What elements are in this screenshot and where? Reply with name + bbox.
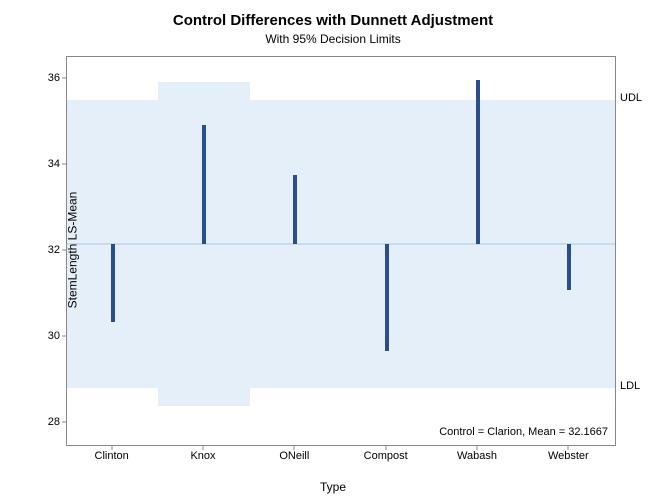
x-tick-label: ONeill: [279, 450, 309, 462]
chart-subtitle: With 95% Decision Limits: [0, 29, 666, 46]
chart-title: Control Differences with Dunnett Adjustm…: [0, 0, 666, 29]
data-bar: [111, 244, 115, 322]
x-tick-label: Webster: [548, 450, 589, 462]
y-tick-mark: [62, 422, 66, 423]
plot-area: [66, 56, 616, 446]
y-tick-mark: [62, 336, 66, 337]
x-tick-mark: [477, 446, 478, 450]
y-tick-mark: [62, 163, 66, 164]
data-bar: [293, 175, 297, 244]
x-axis-label: Type: [320, 480, 346, 494]
y-axis-label: StemLength LS-Mean: [65, 192, 79, 309]
ldl-label: LDL: [620, 380, 640, 392]
x-tick-mark: [203, 446, 204, 450]
data-bar: [385, 244, 389, 352]
x-tick-label: Compost: [364, 450, 408, 462]
data-bar: [202, 125, 206, 244]
x-tick-mark: [385, 446, 386, 450]
x-tick-label: Wabash: [457, 450, 497, 462]
y-tick-label: 30: [38, 330, 60, 342]
x-tick-mark: [294, 446, 295, 450]
chart-caption: Control = Clarion, Mean = 32.1667: [439, 426, 608, 438]
y-tick-mark: [62, 250, 66, 251]
x-tick-mark: [111, 446, 112, 450]
x-tick-label: Clinton: [95, 450, 129, 462]
y-tick-label: 28: [38, 416, 60, 428]
y-tick-label: 36: [38, 72, 60, 84]
y-tick-label: 32: [38, 244, 60, 256]
udl-label: UDL: [620, 92, 642, 104]
data-bar: [567, 244, 571, 290]
y-tick-label: 34: [38, 158, 60, 170]
x-tick-mark: [568, 446, 569, 450]
data-bar: [476, 80, 480, 244]
y-tick-mark: [62, 77, 66, 78]
chart-container: Control Differences with Dunnett Adjustm…: [0, 0, 666, 500]
x-tick-label: Knox: [190, 450, 215, 462]
reference-line: [67, 243, 615, 245]
